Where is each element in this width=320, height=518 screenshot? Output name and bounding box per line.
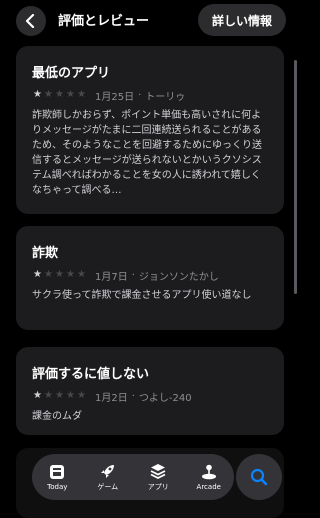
tab-label: ゲーム [97,483,119,491]
star-icon: ★ [33,89,42,100]
review-title: 詐欺 [32,246,59,261]
chevron-left-icon [25,14,35,28]
review-date: 1月25日 [95,91,135,103]
review-card[interactable]: 詐欺 ★ ★ ★ ★ ★ 1月7日 · ジョンソンたかし サクラ使って詐欺で課金… [16,226,284,330]
star-icon: ★ [66,269,75,280]
star-icon: ★ [44,269,53,280]
star-icon: ★ [66,89,75,100]
details-button[interactable]: 詳しい情報 [198,4,286,36]
star-rating: ★ ★ ★ ★ ★ [32,391,87,401]
star-icon: ★ [44,89,53,100]
tab-apps[interactable]: アプリ [135,456,181,498]
layers-icon [150,464,166,480]
rocket-icon [100,465,114,478]
star-icon: ★ [55,390,64,401]
star-icon: ★ [55,269,64,280]
star-icon: ★ [77,269,86,280]
star-icon: ★ [33,390,42,401]
review-title: 最低のアプリ [32,66,111,81]
tab-today[interactable]: Today [34,456,80,498]
back-button[interactable] [16,6,46,36]
star-icon: ★ [77,390,86,401]
review-date: 1月2日 [95,392,128,404]
meta-separator: · [131,269,135,281]
star-rating: ★ ★ ★ ★ ★ [32,90,87,100]
tab-label: アプリ [147,483,169,491]
scroll-indicator[interactable] [294,60,297,294]
joystick-icon [201,464,216,480]
star-icon: ★ [44,390,53,401]
review-card[interactable]: 最低のアプリ ★ ★ ★ ★ ★ 1月25日 · トーリゥ 詐欺師しかおらず、ポ… [16,46,284,214]
star-icon: ★ [77,89,86,100]
star-icon: ★ [33,269,42,280]
header: 評価とレビュー 詳しい情報 [0,0,300,40]
review-author: トーリゥ [145,91,186,103]
meta-separator: · [131,390,135,402]
review-meta: ★ ★ ★ ★ ★ 1月25日 · トーリゥ [32,88,186,103]
star-icon: ★ [55,89,64,100]
tab-games[interactable]: ゲーム [85,456,131,498]
review-meta: ★ ★ ★ ★ ★ 1月7日 · ジョンソンたかし [32,268,219,283]
tab-label: Today [47,483,68,491]
review-body: 課金のムダ [32,411,82,422]
review-card[interactable]: 評価するに値しない ★ ★ ★ ★ ★ 1月2日 · つよし-240 課金のムダ [16,347,284,435]
tab-bar: Today ゲーム アプリ Arcade [32,454,234,500]
review-body: サクラ使って詐欺で課金させるアプリ使い道なし [32,290,252,301]
star-rating: ★ ★ ★ ★ ★ [32,270,87,280]
tab-label: Arcade [196,483,221,491]
tab-arcade[interactable]: Arcade [186,456,232,498]
review-meta: ★ ★ ★ ★ ★ 1月2日 · つよし-240 [32,389,192,404]
review-author: つよし-240 [138,392,192,404]
meta-separator: · [138,89,142,101]
search-icon [250,468,268,486]
review-title: 評価するに値しない [32,367,150,382]
today-icon [50,465,65,479]
review-author: ジョンソンたかし [138,271,219,283]
star-icon: ★ [66,390,75,401]
page-title: 評価とレビュー [58,14,150,29]
review-date: 1月7日 [95,271,128,283]
review-body: 詐欺師しかおらず、ポイント単価も高いされに何よりメッセージがたまに二回連続送られ… [32,110,262,196]
search-button[interactable] [236,454,282,500]
